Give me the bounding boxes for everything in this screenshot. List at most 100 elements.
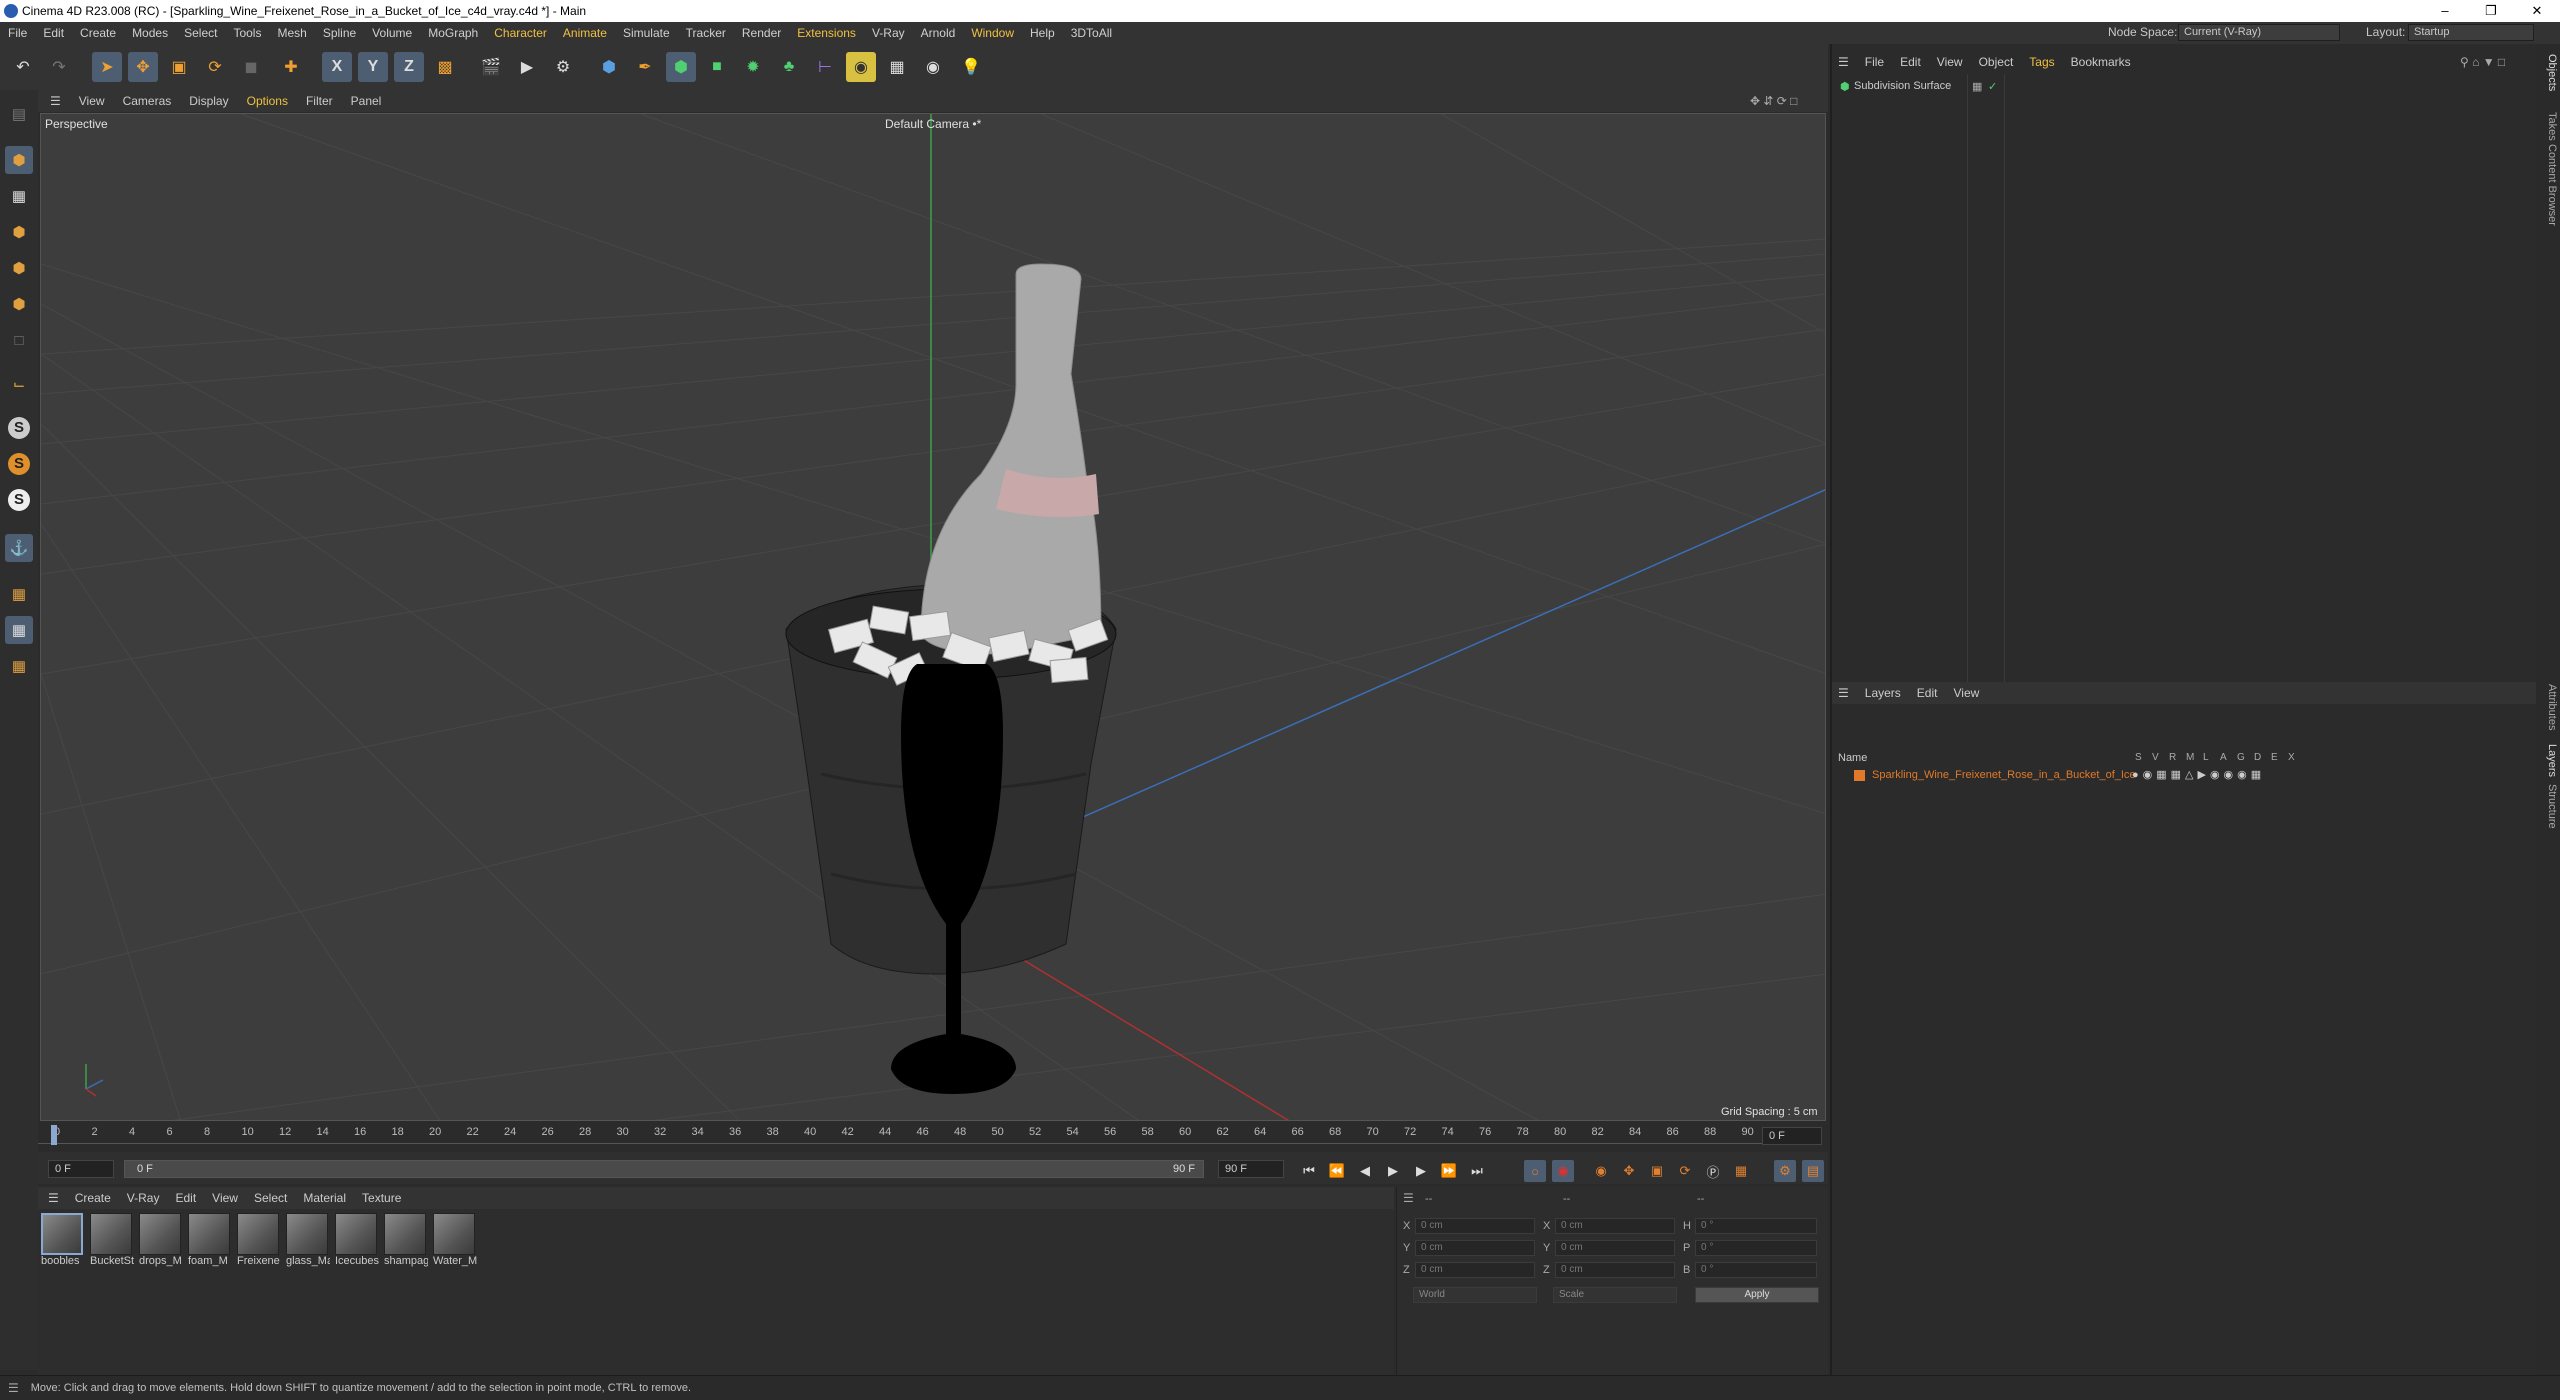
camera-button[interactable]: ◉ [918, 52, 948, 82]
render-settings-button[interactable]: ⚙ [548, 52, 578, 82]
coordinate-mode-select[interactable]: Scale [1553, 1287, 1677, 1303]
object-search-icons[interactable]: ⚲ ⌂ ▼ □ [2460, 55, 2505, 69]
object-menu-edit[interactable]: Edit [1892, 55, 1929, 69]
menu-modes[interactable]: Modes [124, 26, 176, 40]
timeline-window-button[interactable]: ▤ [1802, 1160, 1824, 1182]
enabled-check-icon[interactable]: ✓ [1988, 80, 1997, 93]
material-swatch[interactable]: drops_M [139, 1213, 183, 1273]
create-object-button[interactable]: ✚ [276, 52, 306, 82]
menu-render[interactable]: Render [734, 26, 789, 40]
light-button[interactable]: 💡 [956, 52, 986, 82]
position-y-field[interactable]: 0 cm [1415, 1240, 1535, 1256]
material-swatch[interactable]: Icecubes [335, 1213, 379, 1273]
position-x-field[interactable]: 0 cm [1415, 1218, 1535, 1234]
field-button[interactable]: ◉ [846, 52, 876, 82]
cube-button[interactable]: ⬢ [594, 52, 624, 82]
layer-hamburger-icon[interactable]: ☰ [1832, 686, 1857, 700]
live-selection-button[interactable]: ➤ [92, 52, 122, 82]
axis-mode-button[interactable]: ⌙ [5, 370, 33, 398]
tab-attributes[interactable]: Attributes [2538, 684, 2558, 730]
edges-mode-button[interactable]: ⬢ [5, 254, 33, 282]
position-z-field[interactable]: 0 cm [1415, 1262, 1535, 1278]
pen-spline-button[interactable]: ✒ [630, 52, 660, 82]
menu-mesh[interactable]: Mesh [269, 26, 314, 40]
viewport-menu-cameras[interactable]: Cameras [114, 94, 181, 108]
layer-row[interactable]: Sparkling_Wine_Freixenet_Rose_in_a_Bucke… [1832, 768, 2536, 784]
coordinate-system-button[interactable]: ▩ [430, 52, 460, 82]
current-frame-field[interactable]: 0 F [1762, 1127, 1822, 1145]
object-row[interactable]: ⬢ Subdivision Surface ▦ ✓ [1832, 80, 2536, 94]
tab-structure[interactable]: Structure [2538, 784, 2558, 829]
redo-button[interactable]: ↷ [44, 52, 74, 82]
material-menu-vray[interactable]: V-Ray [119, 1191, 168, 1205]
key-param-button[interactable]: Ⓟ [1702, 1160, 1724, 1182]
size-z-field[interactable]: 0 cm [1555, 1262, 1675, 1278]
material-swatch[interactable]: foam_M [188, 1213, 232, 1273]
viewport-nav-icons[interactable]: ✥ ⇵ ⟳ □ [1750, 94, 1797, 108]
record-keys-button[interactable]: ○ [1524, 1160, 1546, 1182]
uv-mode-button[interactable]: □ [5, 326, 33, 354]
render-view-button[interactable]: ▶ [512, 52, 542, 82]
size-x-field[interactable]: 0 cm [1555, 1218, 1675, 1234]
undo-button[interactable]: ↶ [8, 52, 38, 82]
menu-create[interactable]: Create [72, 26, 124, 40]
coordinate-space-select[interactable]: World [1413, 1287, 1537, 1303]
menu-character[interactable]: Character [486, 26, 555, 40]
scale-tool-button[interactable]: ▣ [164, 52, 194, 82]
object-hamburger-icon[interactable]: ☰ [1832, 55, 1857, 69]
layout-select[interactable]: Startup [2408, 24, 2534, 41]
tab-objects[interactable]: Objects [2538, 54, 2558, 91]
apply-button[interactable]: Apply [1695, 1287, 1819, 1303]
menu-3dtoall[interactable]: 3DToAll [1063, 26, 1120, 40]
motion-system-button[interactable]: ⚙ [1774, 1160, 1796, 1182]
viewport-menu-panel[interactable]: Panel [342, 94, 391, 108]
layer-menu-layers[interactable]: Layers [1857, 686, 1909, 700]
key-position-button[interactable]: ✥ [1618, 1160, 1640, 1182]
menu-help[interactable]: Help [1022, 26, 1063, 40]
texture-mode-button[interactable]: ▦ [5, 182, 33, 210]
menu-spline[interactable]: Spline [315, 26, 364, 40]
tab-content-browser[interactable]: Content Browser [2538, 144, 2558, 226]
points-mode-button[interactable]: ⬢ [5, 218, 33, 246]
object-menu-tags[interactable]: Tags [2021, 55, 2062, 69]
viewport-menu-display[interactable]: Display [180, 94, 237, 108]
prev-frame-button[interactable]: ◀ [1354, 1160, 1376, 1182]
menu-vray[interactable]: V-Ray [864, 26, 913, 40]
tab-takes[interactable]: Takes [2538, 112, 2558, 141]
model-mode-button[interactable]: ⬢ [5, 146, 33, 174]
next-key-button[interactable]: ⏩ [1438, 1160, 1460, 1182]
close-button[interactable]: ✕ [2514, 0, 2560, 22]
preview-range-slider[interactable]: 0 F 90 F [124, 1160, 1204, 1178]
goto-end-button[interactable]: ⏭ [1466, 1160, 1488, 1182]
menu-select[interactable]: Select [176, 26, 225, 40]
key-scale-button[interactable]: ▣ [1646, 1160, 1668, 1182]
snap-settings-button[interactable]: S [5, 450, 33, 478]
rotation-h-field[interactable]: 0 ° [1695, 1218, 1817, 1234]
rotate-tool-button[interactable]: ⟳ [200, 52, 230, 82]
cloner-button[interactable]: ♣ [774, 52, 804, 82]
object-menu-file[interactable]: File [1857, 55, 1892, 69]
coord-hamburger-icon[interactable]: ☰ [1403, 1191, 1414, 1205]
material-swatch[interactable]: shampag [384, 1213, 428, 1273]
material-menu-texture[interactable]: Texture [354, 1191, 409, 1205]
workplane-button[interactable]: ⚓ [5, 534, 33, 562]
menu-extensions[interactable]: Extensions [789, 26, 864, 40]
menu-file[interactable]: File [0, 26, 35, 40]
key-pla-button[interactable]: ▦ [1730, 1160, 1752, 1182]
locked-workplane-button[interactable]: ▦ [5, 616, 33, 644]
rotation-p-field[interactable]: 0 ° [1695, 1240, 1817, 1256]
layer-menu-view[interactable]: View [1945, 686, 1987, 700]
snap-button[interactable]: S [5, 414, 33, 442]
viewport-menu-filter[interactable]: Filter [297, 94, 342, 108]
floor-button[interactable]: ▦ [882, 52, 912, 82]
play-button[interactable]: ▶ [1382, 1160, 1404, 1182]
material-swatch[interactable]: BucketSt [90, 1213, 134, 1273]
deformer-button[interactable]: ⊢ [810, 52, 840, 82]
material-swatch[interactable]: glass_Ma [286, 1213, 330, 1273]
material-swatch[interactable]: boobles [41, 1213, 85, 1273]
autokey-button[interactable]: ◉ [1552, 1160, 1574, 1182]
material-menu-material[interactable]: Material [295, 1191, 354, 1205]
material-menu-select[interactable]: Select [246, 1191, 295, 1205]
mograph-button[interactable]: ✹ [738, 52, 768, 82]
recent-tool-button[interactable]: ◼ [236, 52, 266, 82]
